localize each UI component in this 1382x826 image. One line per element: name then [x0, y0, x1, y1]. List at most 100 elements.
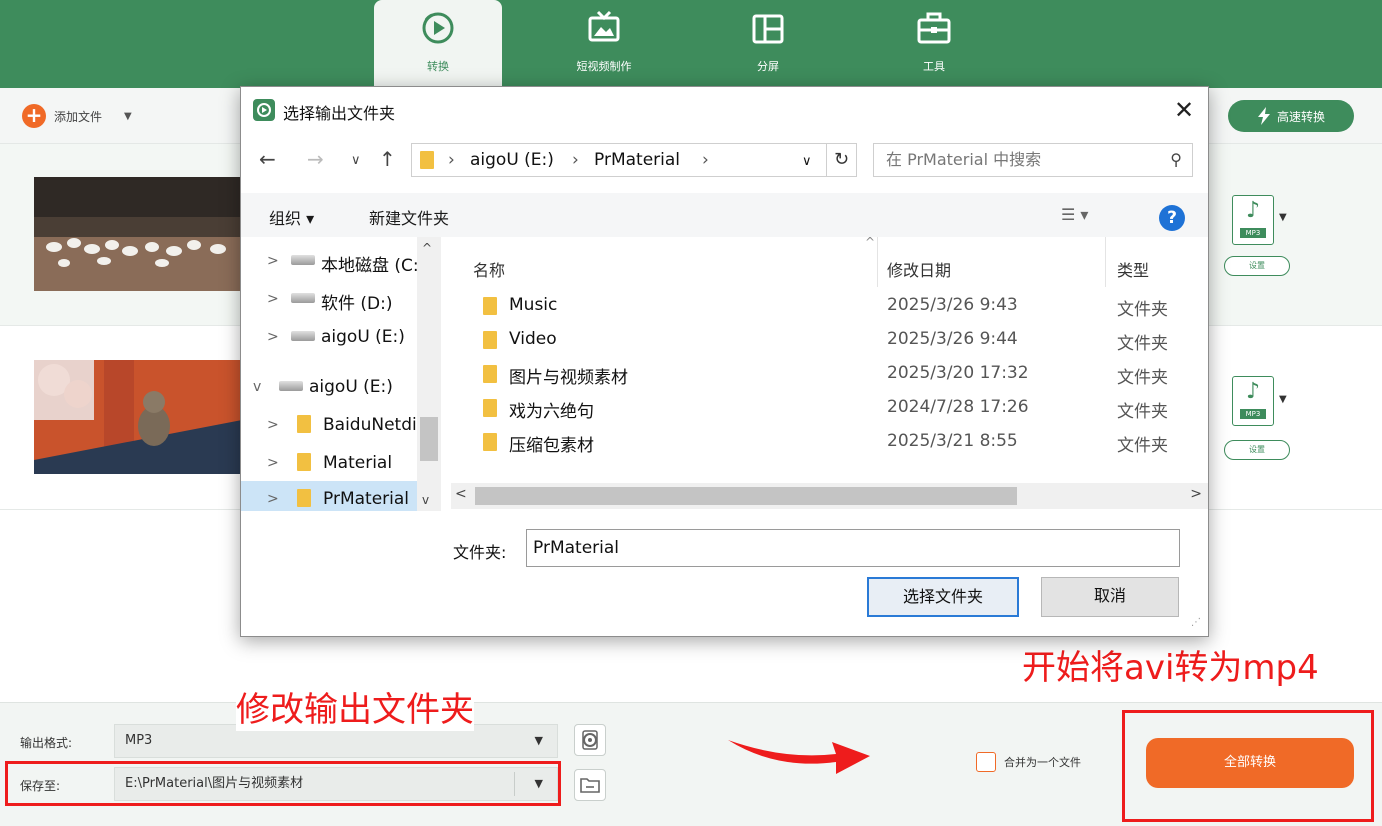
- list-item[interactable]: Video 2025/3/26 9:44 文件夹: [451, 323, 1208, 357]
- tab-short-video[interactable]: 短视频制作: [540, 0, 668, 86]
- help-icon[interactable]: ?: [1159, 205, 1185, 231]
- navigation-tree: > 本地磁盘 (C:) > 软件 (D:) > aigoU (E:) v aig…: [241, 237, 441, 511]
- tab-tools-label: 工具: [923, 60, 945, 73]
- column-header-date[interactable]: 修改日期: [887, 257, 951, 281]
- scroll-thumb[interactable]: [420, 417, 438, 461]
- annotation-save-to-highlight: [5, 761, 561, 806]
- search-placeholder: 在 PrMaterial 中搜索: [886, 150, 1042, 169]
- scroll-thumb[interactable]: [475, 487, 1017, 505]
- folder-icon: [483, 433, 497, 451]
- file-list: ^ 名称 修改日期 类型 Music 2025/3/26 9:43 文件夹 Vi…: [451, 235, 1208, 481]
- chevron-up-icon[interactable]: ^: [422, 241, 432, 255]
- recent-locations-icon[interactable]: ∨: [351, 153, 361, 168]
- chevron-down-icon[interactable]: ▼: [124, 111, 132, 122]
- up-icon[interactable]: ↑: [379, 147, 396, 171]
- folder-icon: [483, 297, 497, 315]
- tab-tools[interactable]: 工具: [870, 0, 998, 86]
- folder-icon: [483, 399, 497, 417]
- folder-name-input[interactable]: PrMaterial: [526, 529, 1180, 567]
- command-bar: 组织 ▾ 新建文件夹 ☰ ▾ ?: [241, 193, 1208, 237]
- tv-icon: [588, 10, 620, 42]
- new-folder-button[interactable]: 新建文件夹: [369, 205, 449, 229]
- search-input[interactable]: 在 PrMaterial 中搜索 ⚲: [873, 143, 1193, 177]
- output-format-value: MP3: [125, 733, 153, 748]
- tree-item-drive-e[interactable]: > aigoU (E:): [241, 319, 419, 357]
- select-folder-dialog: 选择输出文件夹 ✕ ← → ∨ ↑ › aigoU (E:) › PrMater…: [240, 86, 1209, 637]
- organize-menu[interactable]: 组织 ▾: [269, 205, 314, 229]
- fast-convert-button[interactable]: 高速转换: [1228, 100, 1354, 132]
- tree-scrollbar[interactable]: ^ v: [417, 237, 441, 511]
- split-screen-icon: [752, 14, 784, 44]
- select-folder-button[interactable]: 选择文件夹: [867, 577, 1019, 617]
- folder-icon: [297, 415, 311, 433]
- tree-item-local-disk-c[interactable]: > 本地磁盘 (C:): [241, 243, 419, 281]
- cancel-button[interactable]: 取消: [1041, 577, 1179, 617]
- chevron-down-icon[interactable]: ▼: [1279, 394, 1287, 405]
- annotation-start-convert: 开始将avi转为mp4: [1022, 640, 1319, 689]
- breadcrumb-folder[interactable]: PrMaterial: [594, 150, 680, 170]
- add-file-button[interactable]: + 添加文件 ▼: [22, 104, 132, 128]
- merge-files-option[interactable]: 合并为一个文件: [976, 752, 1081, 772]
- sort-arrow-icon: ^: [865, 235, 876, 249]
- folder-icon: [483, 365, 497, 383]
- fast-convert-label: 高速转换: [1276, 109, 1325, 124]
- app-icon: [253, 99, 275, 121]
- lightning-icon: [1257, 107, 1270, 125]
- format-label: MP3: [1240, 409, 1266, 419]
- navigation-bar: ← → ∨ ↑ › aigoU (E:) › PrMaterial › ∨ ↻ …: [241, 139, 1208, 179]
- app-top-bar: 转换 短视频制作 分屏 工具: [0, 0, 1382, 88]
- view-options-icon[interactable]: ☰ ▾: [1061, 205, 1088, 224]
- forward-icon[interactable]: →: [307, 147, 324, 171]
- list-item[interactable]: Music 2025/3/26 9:43 文件夹: [451, 289, 1208, 323]
- tree-item-drive-d[interactable]: > 软件 (D:): [241, 281, 419, 319]
- tree-item-baidunetdisk[interactable]: > BaiduNetdisk: [241, 407, 419, 445]
- chevron-down-icon[interactable]: ▼: [1279, 212, 1287, 223]
- folder-icon: [580, 778, 600, 793]
- video-thumbnail: [34, 177, 242, 291]
- tree-item-prmaterial[interactable]: > PrMaterial: [241, 481, 419, 511]
- close-icon[interactable]: ✕: [1169, 95, 1199, 125]
- tab-convert-label: 转换: [427, 60, 449, 73]
- add-file-label: 添加文件: [54, 109, 103, 124]
- chevron-down-icon: ▼: [534, 734, 543, 747]
- breadcrumb-drive[interactable]: aigoU (E:): [470, 150, 554, 170]
- column-header-name[interactable]: 名称: [473, 257, 505, 281]
- chevron-down-icon[interactable]: ∨: [802, 154, 812, 169]
- column-header-type[interactable]: 类型: [1117, 257, 1149, 281]
- folder-field-label: 文件夹:: [453, 543, 507, 562]
- resize-grip-icon[interactable]: ⋰: [1191, 617, 1201, 628]
- format-mp3-icon[interactable]: ♪ MP3: [1232, 195, 1274, 245]
- merge-checkbox[interactable]: [976, 752, 996, 772]
- tab-split-screen[interactable]: 分屏: [704, 0, 832, 86]
- gear-icon: [582, 730, 598, 750]
- merge-label: 合并为一个文件: [1004, 756, 1081, 769]
- format-settings-button[interactable]: [574, 724, 606, 756]
- list-item[interactable]: 戏为六绝句 2024/7/28 17:26 文件夹: [451, 391, 1208, 425]
- settings-button[interactable]: 设置: [1224, 440, 1290, 460]
- plus-icon: +: [22, 104, 46, 128]
- drive-icon: [291, 293, 315, 303]
- horizontal-scrollbar[interactable]: < >: [451, 483, 1208, 509]
- chevron-down-icon[interactable]: v: [422, 493, 429, 507]
- list-item[interactable]: 压缩包素材 2025/3/21 8:55 文件夹: [451, 425, 1208, 459]
- format-label: MP3: [1240, 228, 1266, 238]
- list-item[interactable]: 图片与视频素材 2025/3/20 17:32 文件夹: [451, 357, 1208, 391]
- toolbox-icon: [917, 12, 951, 44]
- output-format-label: 输出格式:: [20, 736, 73, 750]
- settings-button[interactable]: 设置: [1224, 256, 1290, 276]
- chevron-right-icon[interactable]: >: [1190, 486, 1202, 502]
- open-folder-button[interactable]: [574, 769, 606, 801]
- tab-split-screen-label: 分屏: [757, 60, 779, 73]
- drive-icon: [279, 381, 303, 391]
- tree-item-drive-e-expanded[interactable]: v aigoU (E:): [241, 369, 419, 407]
- dialog-title: 选择输出文件夹: [283, 104, 396, 123]
- tree-item-material[interactable]: > Material: [241, 445, 419, 483]
- refresh-icon[interactable]: ↻: [827, 143, 857, 177]
- convert-all-button[interactable]: 全部转换: [1146, 738, 1354, 788]
- format-mp3-icon[interactable]: ♪ MP3: [1232, 376, 1274, 426]
- address-bar[interactable]: › aigoU (E:) › PrMaterial › ∨: [411, 143, 827, 177]
- chevron-left-icon[interactable]: <: [455, 486, 467, 502]
- search-icon: ⚲: [1170, 150, 1182, 169]
- tab-convert[interactable]: 转换: [374, 0, 502, 86]
- back-icon[interactable]: ←: [259, 147, 276, 171]
